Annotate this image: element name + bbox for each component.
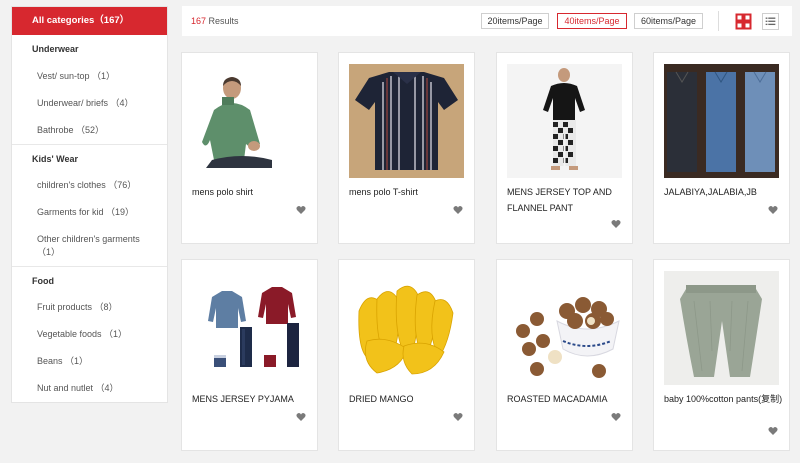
category-sidebar: All categories（167） Underwear Vest/ sun-… [11,6,168,403]
product-image [192,271,307,385]
page-size-60-button[interactable]: 60items/Page [634,13,703,29]
subcategory-label: Other children's garments [37,234,140,244]
product-title[interactable]: MENS JERSEY TOP AND FLANNEL PANT [507,184,626,216]
heart-icon[interactable] [611,412,621,422]
results-toolbar: 167 Results 20items/Page 40items/Page 60… [182,6,792,36]
results-number: 167 [191,16,207,26]
subcategory-bathrobe[interactable]: Bathrobe （52） [12,117,167,144]
product-card[interactable]: baby 100%cotton pants(复制) [653,259,790,451]
product-image [664,64,779,178]
results-count: 167 Results [191,16,239,26]
product-image [507,64,622,178]
page-size-40-button[interactable]: 40items/Page [557,13,627,29]
subcategory-other-childrens-garments[interactable]: Other children's garments （1） [12,226,167,266]
page-size-20-button[interactable]: 20items/Page [481,13,549,29]
product-card[interactable]: ROASTED MACADAMIA [496,259,633,451]
product-title[interactable]: MENS JERSEY PYJAMA [192,391,311,407]
results-label: Results [208,16,239,26]
heart-icon[interactable] [453,412,463,422]
category-underwear[interactable]: Underwear [12,35,167,63]
subcategory-beans[interactable]: Beans （1） [12,348,167,375]
product-image [507,271,622,385]
product-card[interactable]: MENS JERSEY TOP AND FLANNEL PANT [496,52,633,244]
category-kids-wear[interactable]: Kids' Wear [12,144,167,172]
product-card[interactable]: MENS JERSEY PYJAMA [181,259,318,451]
product-image [349,271,464,385]
heart-icon[interactable] [768,205,778,215]
category-food[interactable]: Food [12,266,167,294]
subcategory-count: （1） [37,247,61,257]
product-card[interactable]: mens polo T-shirt [338,52,475,244]
product-title[interactable]: mens polo shirt [192,184,311,200]
heart-icon[interactable] [296,205,306,215]
all-categories-link[interactable]: All categories（167） [12,7,167,35]
subcategory-underwear-briefs[interactable]: Underwear/ briefs （4） [12,90,167,117]
product-title[interactable]: baby 100%cotton pants(复制) [664,391,783,407]
subcategory-nut-and-nutlet[interactable]: Nut and nutlet （4） [12,375,167,402]
product-title[interactable]: DRIED MANGO [349,391,468,407]
product-image [192,64,307,178]
product-image [664,271,779,385]
product-image [349,64,464,178]
subcategory-vegetable-foods[interactable]: Vegetable foods （1） [12,321,167,348]
subcategory-garments-for-kid[interactable]: Garments for kid （19） [12,199,167,226]
heart-icon[interactable] [296,412,306,422]
heart-icon[interactable] [453,205,463,215]
product-title[interactable]: JALABIYA,JALABIA,JB [664,184,783,200]
product-card[interactable]: JALABIYA,JALABIA,JB [653,52,790,244]
toolbar-divider [718,11,719,31]
grid-view-icon[interactable] [735,13,752,30]
product-card[interactable]: mens polo shirt [181,52,318,244]
list-view-icon[interactable] [762,13,779,30]
subcategory-childrens-clothes[interactable]: children's clothes （76） [12,172,167,199]
heart-icon[interactable] [768,426,778,436]
subcategory-vest[interactable]: Vest/ sun-top （1） [12,63,167,90]
subcategory-fruit-products[interactable]: Fruit products （8） [12,294,167,321]
product-title[interactable]: ROASTED MACADAMIA [507,391,626,407]
product-title[interactable]: mens polo T-shirt [349,184,468,200]
product-card[interactable]: DRIED MANGO [338,259,475,451]
heart-icon[interactable] [611,219,621,229]
